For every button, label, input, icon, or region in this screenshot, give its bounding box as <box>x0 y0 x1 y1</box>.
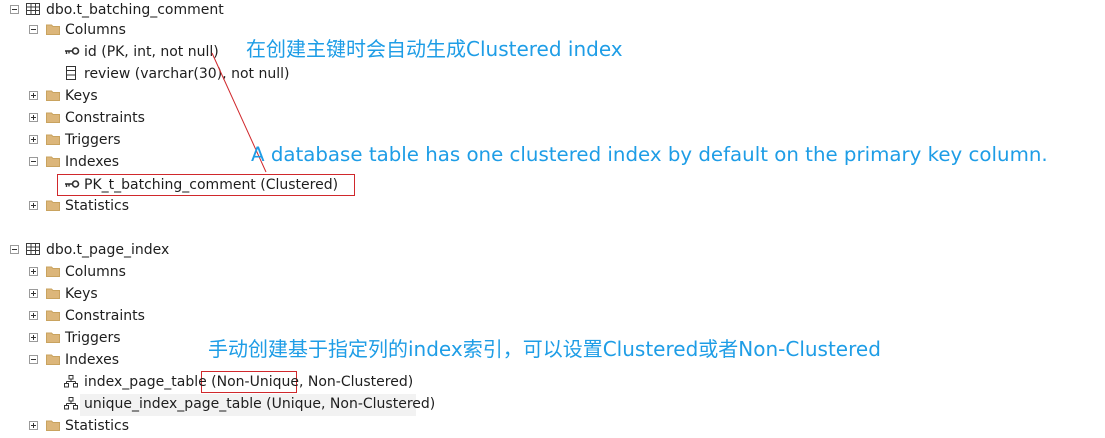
annotation-connector <box>211 52 267 173</box>
annotation-pk-clustered: 在创建主键时会自动生成Clustered index <box>246 37 623 61</box>
annotation-default-clustered: A database table has one clustered index… <box>251 143 1048 166</box>
annotation-manual-index: 手动创建基于指定列的index索引，可以设置Clustered或者Non-Clu… <box>208 337 881 361</box>
